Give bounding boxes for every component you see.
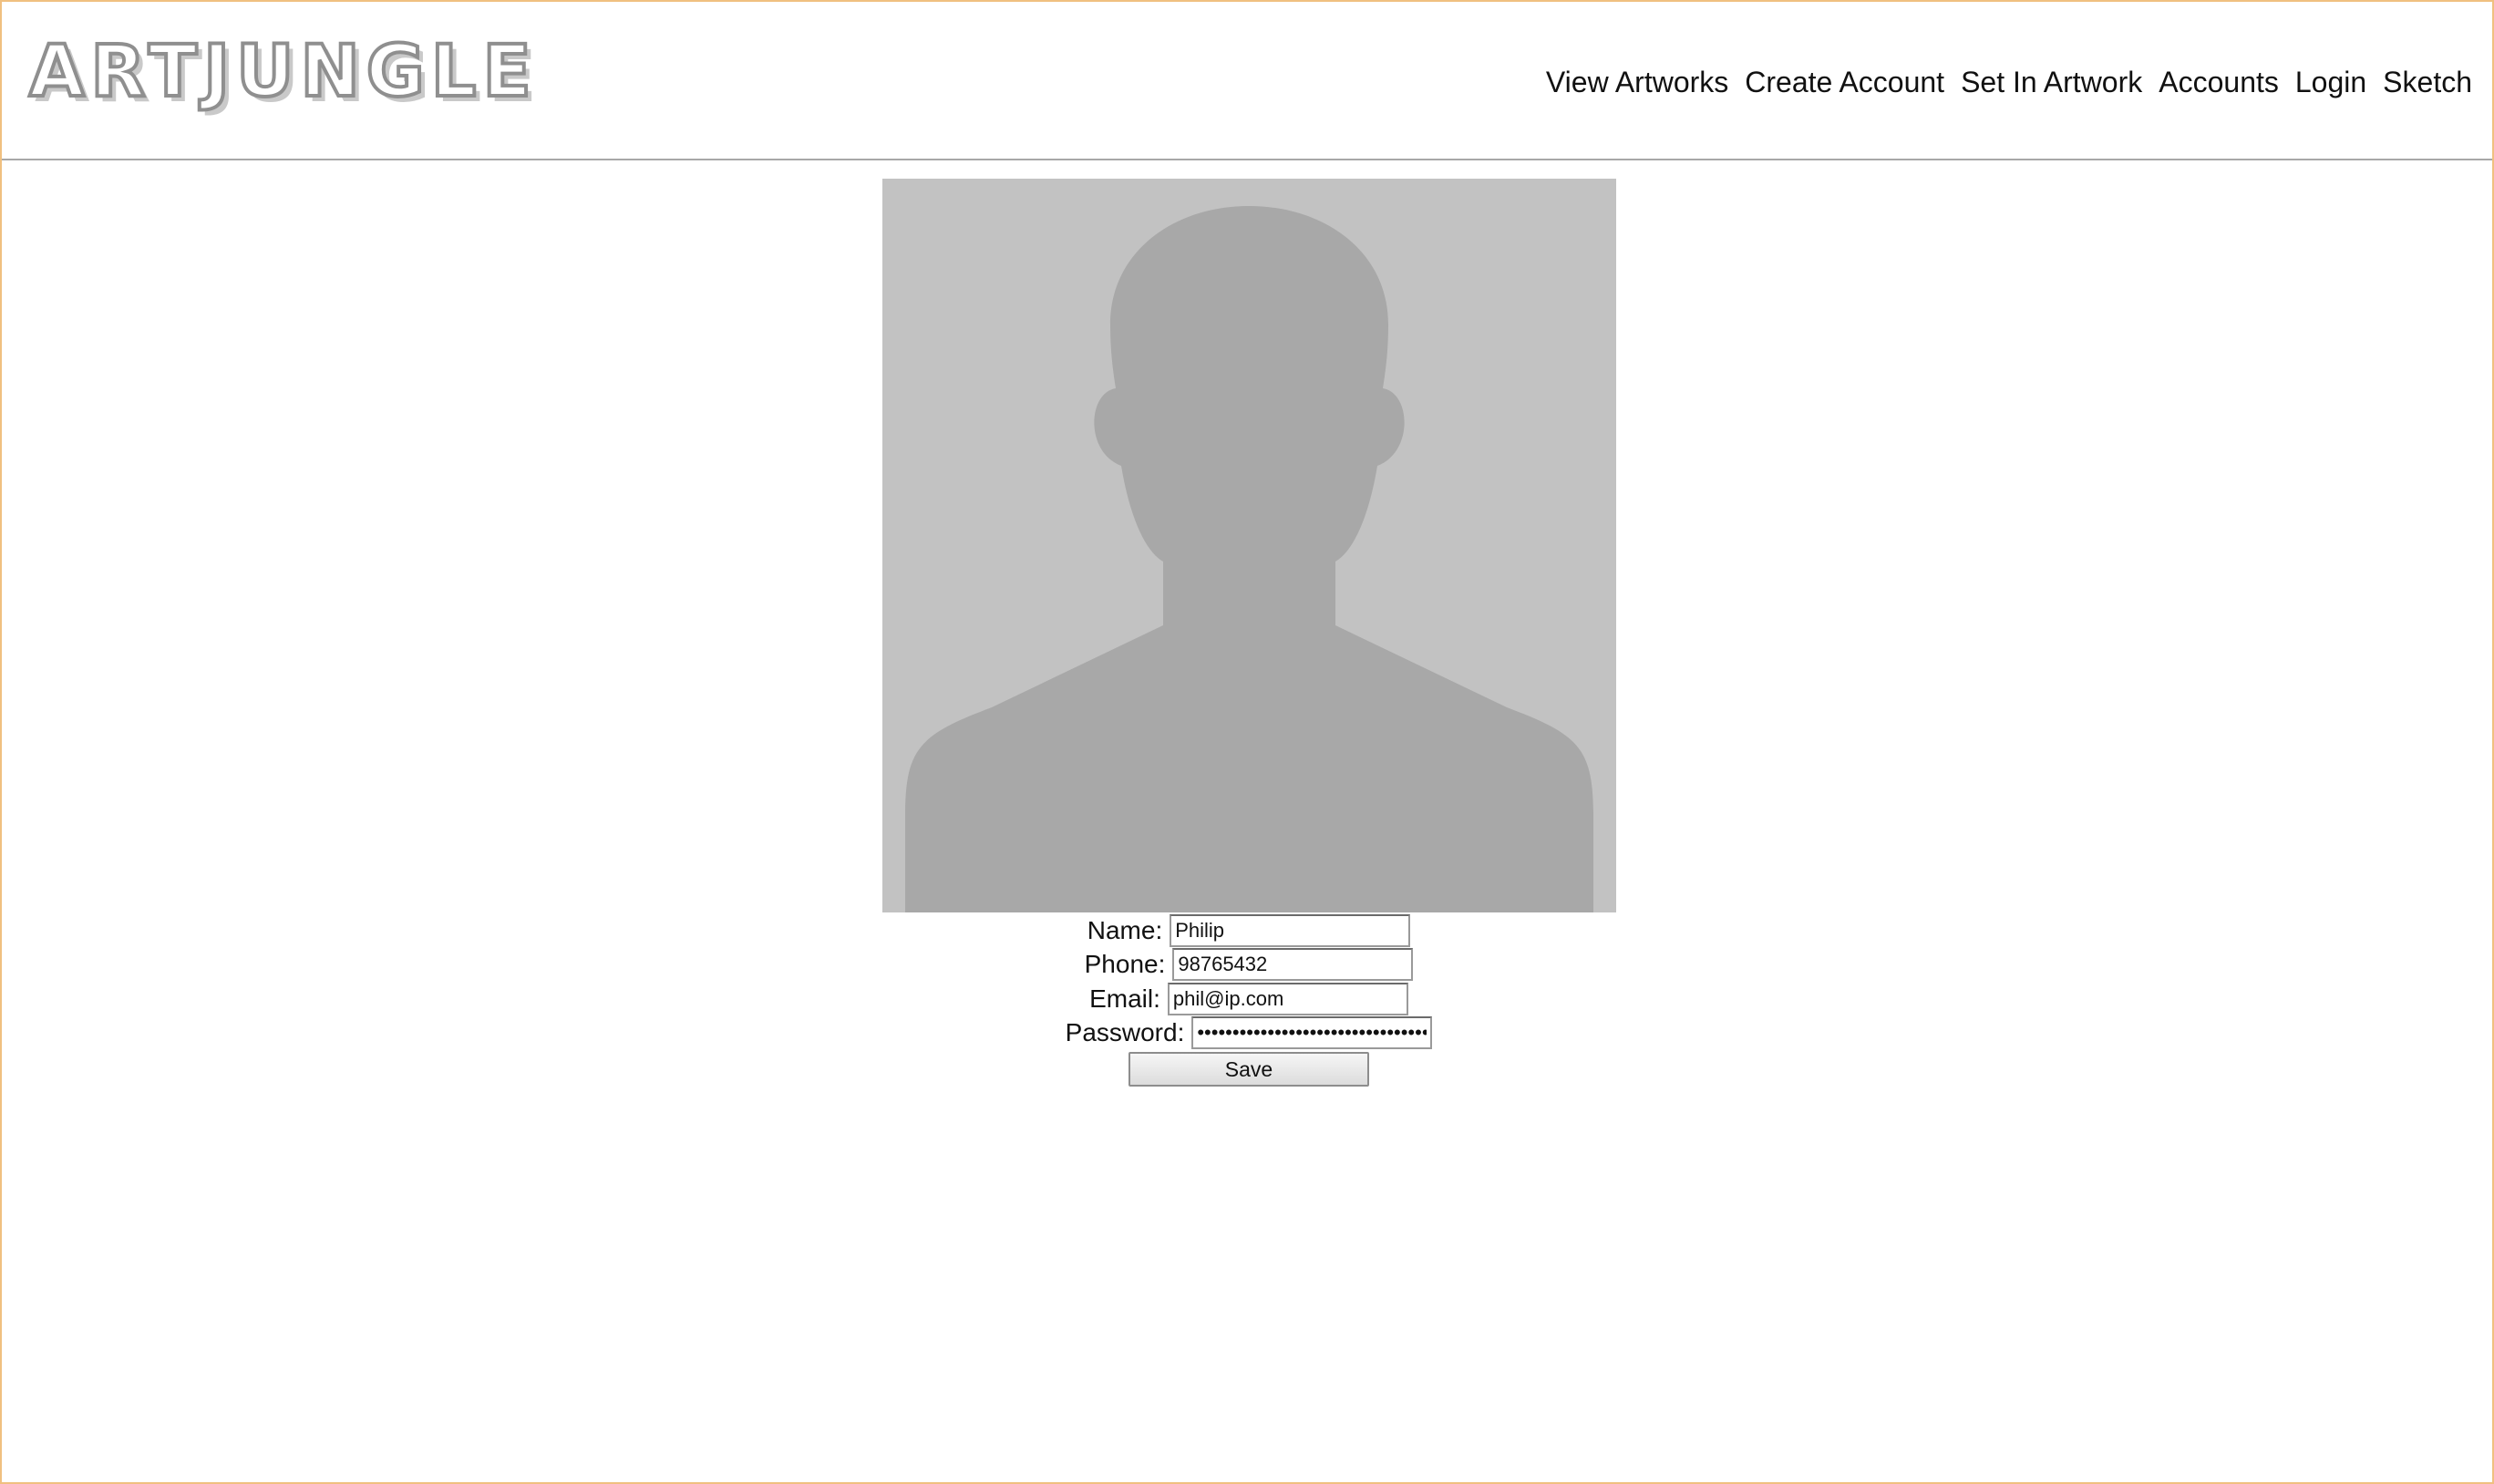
password-label: Password: [1065, 1018, 1185, 1047]
nav-login[interactable]: Login [2295, 66, 2366, 99]
name-field[interactable] [1170, 913, 1411, 947]
site-header: ARTJUNGLE View Artworks Create Account S… [2, 2, 2492, 160]
nav-view-artworks[interactable]: View Artworks [1546, 66, 1728, 99]
nav-sketch[interactable]: Sketch [2383, 66, 2472, 99]
phone-field[interactable] [1172, 948, 1414, 982]
profile-form: Name: Phone: Email: Password: Save [2, 913, 2494, 1087]
email-label: Email: [1089, 984, 1160, 1013]
phone-label: Phone: [1084, 950, 1166, 979]
main-nav: View Artworks Create Account Set In Artw… [1546, 66, 2472, 99]
profile-avatar [882, 179, 1616, 912]
name-row: Name: [2, 913, 2494, 948]
person-silhouette-icon [882, 179, 1616, 912]
name-label: Name: [1087, 915, 1163, 944]
password-field[interactable] [1191, 1016, 1433, 1050]
phone-row: Phone: [2, 948, 2494, 983]
email-row: Email: [2, 982, 2494, 1016]
nav-accounts[interactable]: Accounts [2159, 66, 2279, 99]
nav-create-account[interactable]: Create Account [1745, 66, 1944, 99]
save-row: Save [2, 1052, 2494, 1087]
page-frame: ARTJUNGLE View Artworks Create Account S… [0, 0, 2494, 1484]
save-button[interactable]: Save [1128, 1052, 1369, 1087]
site-logo[interactable]: ARTJUNGLE [27, 35, 538, 109]
email-field[interactable] [1167, 982, 1408, 1015]
password-row: Password: [2, 1016, 2494, 1051]
nav-set-in-artwork[interactable]: Set In Artwork [1961, 66, 2142, 99]
